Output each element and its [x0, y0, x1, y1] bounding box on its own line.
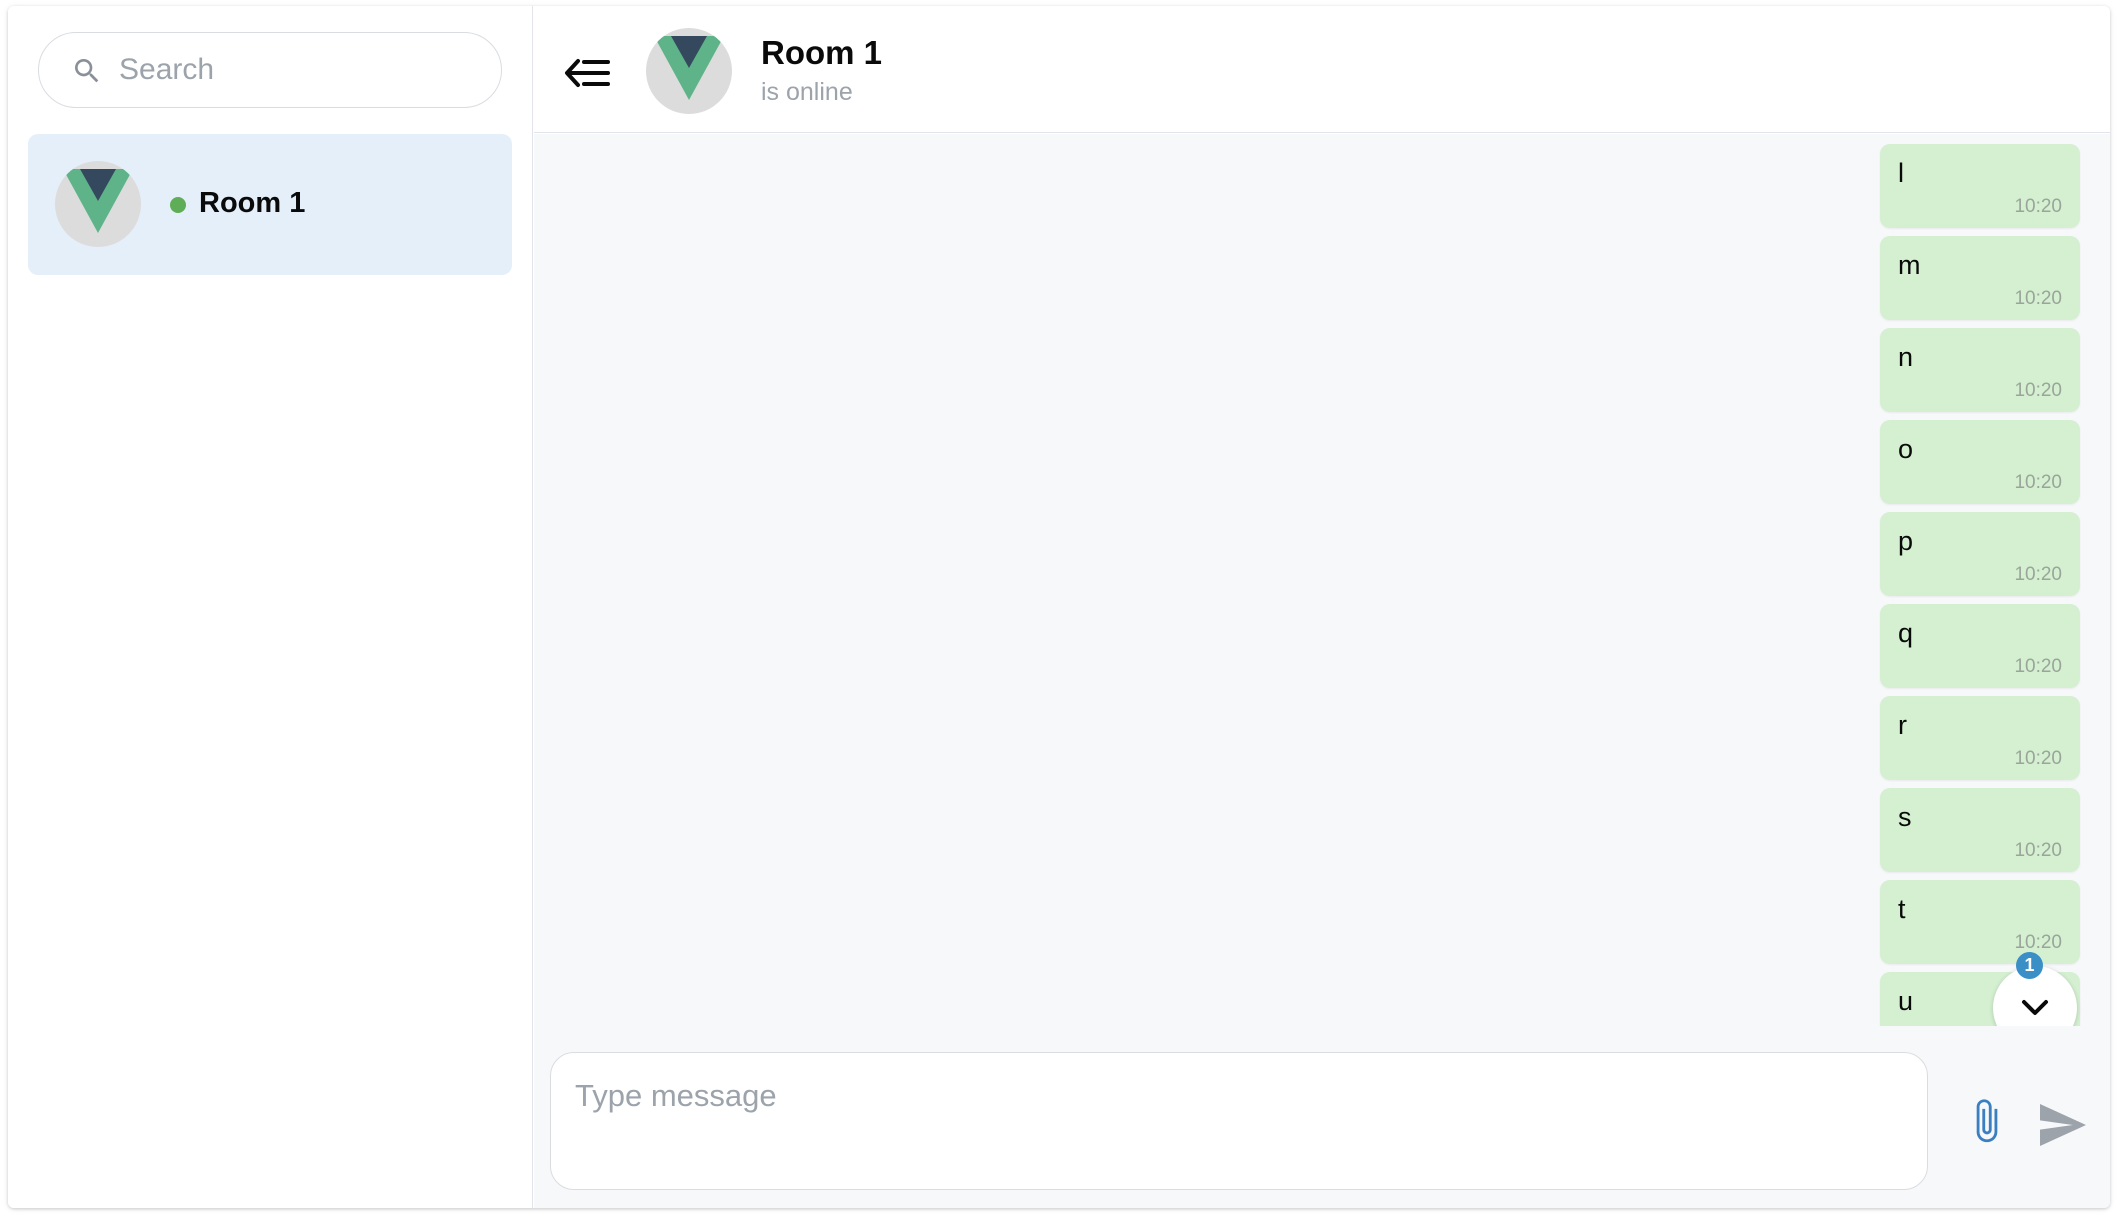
send-icon[interactable] — [2040, 1104, 2088, 1146]
message-bubble[interactable]: r 10:20 — [1880, 696, 2080, 780]
chat-app: Room 1 Room 1 is online l 10:2 — [8, 6, 2110, 1208]
message-time: 10:20 — [2014, 932, 2062, 953]
search-box[interactable] — [38, 32, 502, 108]
paperclip-icon[interactable] — [1967, 1096, 2007, 1150]
message-bubble[interactable]: n 10:20 — [1880, 328, 2080, 412]
message-time: 10:20 — [2014, 748, 2062, 769]
vue-logo-icon — [654, 36, 724, 100]
vue-logo-icon — [63, 169, 133, 233]
message-time: 10:20 — [2014, 656, 2062, 677]
message-text: t — [1898, 894, 1906, 924]
message-text: p — [1898, 526, 1914, 556]
message-composer — [534, 1026, 2110, 1208]
room-avatar — [55, 161, 141, 247]
rooms-sidebar: Room 1 — [8, 6, 533, 1208]
message-text: o — [1898, 434, 1914, 464]
message-time: 10:20 — [2014, 380, 2062, 401]
toggle-sidebar-icon[interactable] — [564, 53, 612, 93]
chat-main: Room 1 is online l 10:20 m 10:20 n 10:20… — [534, 6, 2110, 1208]
message-text: u — [1898, 986, 1914, 1016]
room-avatar — [646, 28, 732, 114]
room-title: Room 1 — [761, 34, 883, 71]
message-bubble[interactable]: o 10:20 — [1880, 420, 2080, 504]
room-status: is online — [761, 78, 853, 106]
search-input[interactable] — [119, 33, 489, 107]
message-time: 10:20 — [2014, 840, 2062, 861]
message-text: s — [1898, 802, 1912, 832]
message-text: l — [1898, 158, 1904, 188]
message-bubble[interactable]: t 10:20 — [1880, 880, 2080, 964]
message-bubble[interactable]: p 10:20 — [1880, 512, 2080, 596]
online-status-dot — [170, 197, 186, 213]
message-time: 10:20 — [2014, 288, 2062, 309]
search-icon — [75, 59, 99, 83]
room-name: Room 1 — [199, 187, 306, 219]
message-time: 10:20 — [2014, 196, 2062, 217]
unread-count-badge: 1 — [2016, 952, 2043, 979]
room-item[interactable]: Room 1 — [28, 134, 512, 275]
message-text: m — [1898, 250, 1921, 280]
message-text: q — [1898, 618, 1914, 648]
message-bubble[interactable]: l 10:20 — [1880, 144, 2080, 228]
chevron-down-icon — [2022, 1000, 2048, 1015]
chat-header: Room 1 is online — [534, 6, 2110, 133]
message-input[interactable] — [550, 1052, 1928, 1190]
message-bubble[interactable]: m 10:20 — [1880, 236, 2080, 320]
message-bubble[interactable]: q 10:20 — [1880, 604, 2080, 688]
message-time: 10:20 — [2014, 472, 2062, 493]
message-time: 10:20 — [2014, 564, 2062, 585]
message-bubble[interactable]: s 10:20 — [1880, 788, 2080, 872]
message-text: n — [1898, 342, 1914, 372]
messages-container[interactable]: l 10:20 m 10:20 n 10:20 o 10:20 p 10:20 … — [534, 134, 2110, 1026]
message-text: r — [1898, 710, 1907, 740]
